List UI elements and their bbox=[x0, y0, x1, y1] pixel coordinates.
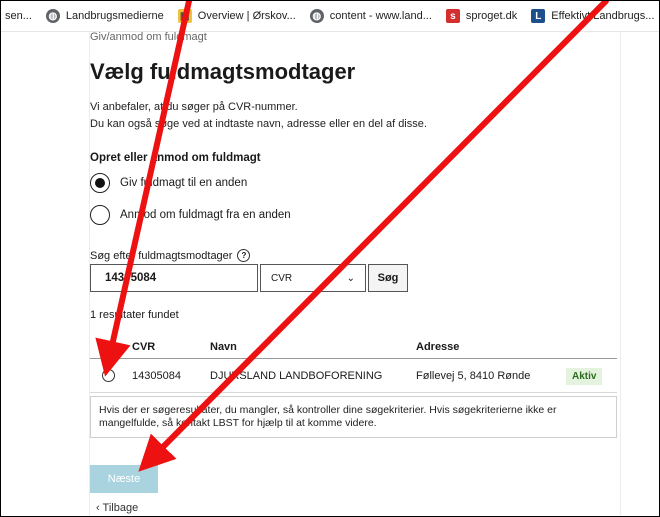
result-count: 1 resultater fundet bbox=[90, 309, 179, 321]
next-button[interactable]: Næste bbox=[90, 465, 158, 493]
notice-box: Hvis der er søgeresultater, du mangler, … bbox=[90, 396, 617, 438]
page: Giv/anmod om fuldmagt Vælg fuldmagtsmodt… bbox=[1, 31, 659, 516]
globe-icon: ◍ bbox=[309, 9, 324, 23]
radio-unselected[interactable] bbox=[90, 205, 110, 225]
chevron-left-icon: ‹ bbox=[96, 502, 100, 514]
globe-icon: ◍ bbox=[45, 9, 60, 23]
row-radio[interactable] bbox=[102, 369, 115, 382]
cell-address: Føllevej 5, 8410 Rønde bbox=[416, 358, 566, 393]
search-type-select[interactable]: CVR ⌄ bbox=[260, 264, 366, 292]
option-give-proxy[interactable]: Giv fuldmagt til en anden bbox=[90, 173, 247, 193]
back-link[interactable]: ‹ Tilbage bbox=[96, 502, 138, 514]
bookmark-landbrugsmedierne[interactable]: ◍ Landbrugsmedierne bbox=[45, 9, 164, 23]
results-table: CVR Navn Adresse 14305084 DJURSLAND LAND… bbox=[90, 337, 617, 393]
radio-selected[interactable] bbox=[90, 173, 110, 193]
bookmark-content[interactable]: ◍ content - www.land... bbox=[309, 9, 432, 23]
main-content: Giv/anmod om fuldmagt Vælg fuldmagtsmodt… bbox=[89, 31, 621, 516]
L-icon: L bbox=[531, 9, 546, 23]
intro-text-2: Du kan også søge ved at indtaste navn, a… bbox=[90, 118, 427, 130]
col-address: Adresse bbox=[416, 337, 566, 359]
overview-icon: ▣ bbox=[177, 9, 192, 23]
chevron-down-icon: ⌄ bbox=[346, 272, 355, 284]
bookmark-1[interactable]: sen... bbox=[5, 10, 32, 22]
option-request-proxy[interactable]: Anmod om fuldmagt fra en anden bbox=[90, 205, 291, 225]
bookmark-sproget[interactable]: s sproget.dk bbox=[445, 9, 517, 23]
cell-cvr: 14305084 bbox=[132, 358, 210, 393]
col-name: Navn bbox=[210, 337, 416, 359]
help-icon[interactable]: ? bbox=[237, 249, 251, 262]
search-input[interactable]: 14305084 bbox=[90, 264, 258, 292]
intro-text-1: Vi anbefaler, at du søger på CVR-nummer. bbox=[90, 101, 298, 113]
col-select bbox=[90, 337, 132, 359]
status-badge: Aktiv bbox=[566, 367, 603, 385]
screenshot-frame: sen... ◍ Landbrugsmedierne ▣ Overview | Ør… bbox=[0, 0, 660, 517]
search-label: Søg efter fuldmagtsmodtager ? bbox=[90, 249, 251, 262]
col-cvr: CVR bbox=[132, 337, 210, 359]
bookmark-overview[interactable]: ▣ Overview | Ørskov... bbox=[177, 9, 296, 23]
breadcrumb[interactable]: Giv/anmod om fuldmagt bbox=[90, 31, 207, 43]
bookmark-effektivt[interactable]: L Effektivt Landbrugs... bbox=[531, 9, 654, 23]
sproget-icon: s bbox=[445, 9, 460, 23]
cell-name: DJURSLAND LANDBOFORENING bbox=[210, 358, 416, 393]
table-row[interactable]: 14305084 DJURSLAND LANDBOFORENING Føllev… bbox=[90, 358, 617, 393]
bookmarks-bar: sen... ◍ Landbrugsmedierne ▣ Overview | Ør… bbox=[1, 1, 659, 32]
col-status bbox=[566, 337, 617, 359]
page-title: Vælg fuldmagtsmodtager bbox=[90, 59, 356, 84]
option-label: Anmod om fuldmagt fra en anden bbox=[120, 209, 291, 221]
section-title: Opret eller anmod om fuldmagt bbox=[90, 152, 261, 164]
search-button[interactable]: Søg bbox=[368, 264, 408, 292]
option-label: Giv fuldmagt til en anden bbox=[120, 177, 248, 189]
